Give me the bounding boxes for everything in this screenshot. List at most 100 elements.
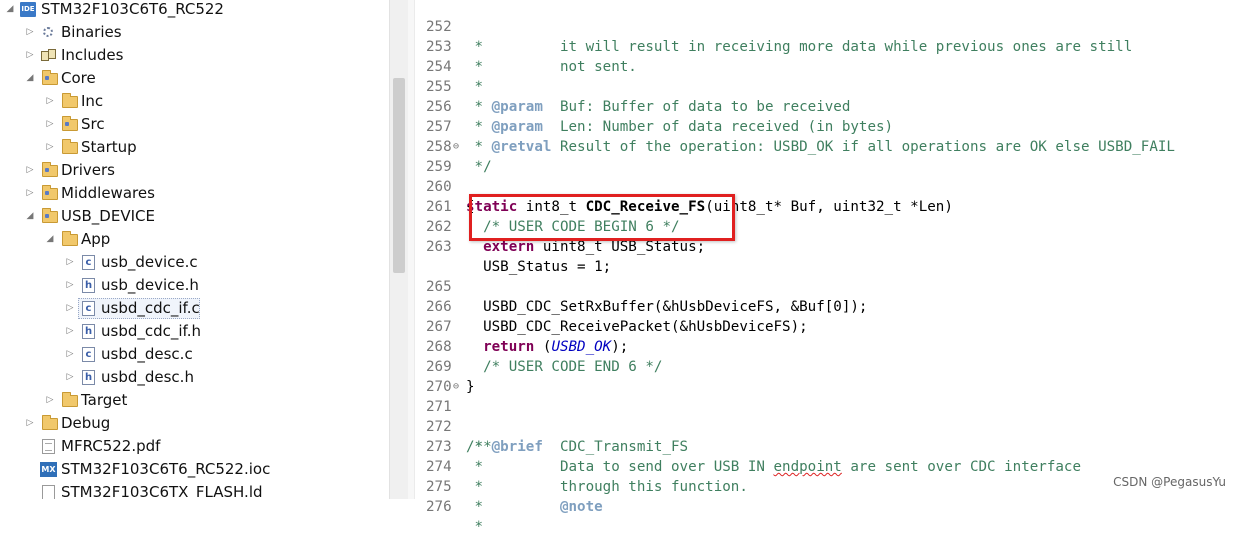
tree-item-includes[interactable]: ▷ Includes [0,44,388,67]
folder-icon [62,231,78,246]
code-line: 259 ⊖ static int8_t CDC_Receive_FS(uint8… [408,137,953,215]
tree-item-label: Drivers [61,161,115,179]
tree-item-drivers[interactable]: ▷ Drivers [0,159,388,182]
tree-item-label: STM32F103C6T6_RC522.ioc [61,460,271,478]
code-line: 274 * through this function. [408,437,748,495]
tree-item-usb-device[interactable]: ◢ USB_DEVICE [0,205,388,228]
h-file-icon: h [82,370,95,385]
code-text: * @param Len: Number of data received (i… [466,119,894,135]
tree-item-usb-device-h[interactable]: ▷ h usb_device.h [0,274,388,297]
expand-arrow-icon[interactable]: ▷ [64,343,76,366]
code-line: 272 * @brief CDC_Transmit_FS [408,397,688,455]
code-text: * through this function. [466,479,748,495]
scrollbar-thumb[interactable] [393,78,405,273]
expand-arrow-icon[interactable]: ▷ [24,21,36,44]
tree-item-usbd-cdc-if-h[interactable]: ▷ h usbd_cdc_if.h [0,320,388,343]
tree-item-label: Inc [81,92,104,110]
annotation-highlight-box [469,194,735,241]
c-file-icon: c [82,347,95,362]
tree-item-label: Debug [61,414,111,432]
expand-arrow-icon[interactable]: ▷ [64,297,76,320]
expand-arrow-icon[interactable]: ▷ [44,90,56,113]
code-line: 257 * @retval Result of the operation: U… [408,97,1175,155]
tree-item-startup[interactable]: ▷ Startup [0,136,388,159]
tree-item-usbd-desc-h[interactable]: ▷ h usbd_desc.h [0,366,388,389]
tree-item-label: usb_device.h [101,276,199,294]
expand-arrow-icon[interactable]: ▷ [64,366,76,389]
tree-item-label: Src [81,115,105,133]
code-text: * it will result in receiving more data … [466,39,1133,55]
folder-icon [62,139,78,154]
expand-arrow-icon[interactable]: ▷ [44,389,56,412]
tree-item-ioc[interactable]: MX STM32F103C6T6_RC522.ioc [0,458,388,481]
tree-item-flash-ld[interactable]: STM32F103C6TX_FLASH.ld [0,481,388,499]
code-line: 268 /* USER CODE END 6 */ [408,317,662,375]
expand-arrow-icon[interactable]: ▷ [64,320,76,343]
source-folder-icon [42,70,58,85]
tree-item-label: MFRC522.pdf [61,437,161,455]
code-line: 256 * @param Len: Number of data receive… [408,77,893,135]
expand-arrow-icon[interactable]: ▷ [24,412,36,435]
tree-item-label: Binaries [61,23,122,41]
expand-arrow-icon[interactable]: ▷ [24,182,36,205]
fold-toggle-icon[interactable]: ⊖ [453,137,459,157]
tree-item-src[interactable]: ▷ Src [0,113,388,136]
tree-item-project[interactable]: ◢ IDE STM32F103C6T6_RC522 [0,0,388,21]
tree-item-middlewares[interactable]: ▷ Middlewares [0,182,388,205]
code-line: 252 * it will result in receiving more d… [408,0,1132,55]
tree-item-label: STM32F103C6T6_RC522 [41,0,224,18]
tree-item-target[interactable]: ▷ Target [0,389,388,412]
expand-arrow-icon[interactable]: ▷ [64,274,76,297]
tree-item-label: Middlewares [61,184,155,202]
code-line: 258 */ [408,117,492,175]
code-line: 271 ⊖ /** [408,377,492,455]
ide-project-icon: IDE [20,2,36,17]
expand-arrow-icon[interactable]: ▷ [44,113,56,136]
code-line: 254 * [408,37,483,95]
tree-item-inc[interactable]: ▷ Inc [0,90,388,113]
code-line: 269 } [408,337,475,395]
h-file-icon: h [82,324,95,339]
collapse-arrow-icon[interactable]: ◢ [44,228,56,251]
collapse-arrow-icon[interactable]: ◢ [4,0,16,21]
folder-icon [62,93,78,108]
tree-item-label: Core [61,69,96,87]
source-folder-icon [42,185,58,200]
tree-item-mfrc522-pdf[interactable]: MFRC522.pdf [0,435,388,458]
tree-item-usbd-desc-c[interactable]: ▷ c usbd_desc.c [0,343,388,366]
expand-arrow-icon[interactable]: ▷ [64,251,76,274]
tree-item-binaries[interactable]: ▷ Binaries [0,21,388,44]
tree-item-usbd-cdc-if-c[interactable]: ▷ c usbd_cdc_if.c [0,297,388,320]
h-file-icon: h [82,278,95,293]
explorer-scrollbar[interactable] [389,0,408,499]
tree-item-core[interactable]: ◢ Core [0,67,388,90]
tree-item-debug[interactable]: ▷ Debug [0,412,388,435]
binaries-icon [40,25,56,40]
code-text: * @retval Result of the operation: USBD_… [466,139,1175,155]
code-line: 253 * not sent. [408,17,637,75]
code-editor[interactable]: 252 * it will result in receiving more d… [408,0,1234,535]
line-number: 263 [426,239,452,255]
source-folder-icon [62,116,78,131]
code-line: 260 { [408,157,475,215]
expand-arrow-icon[interactable]: ▷ [44,136,56,159]
code-text: USBD_CDC_SetRxBuffer(&hUsbDeviceFS, &Buf… [466,299,868,315]
tree-item-app[interactable]: ◢ App [0,228,388,251]
code-line: 262 extern uint8_t USB_Status; [408,197,705,255]
code-text: * @param Buf: Buffer of data to be recei… [466,99,851,115]
code-text: * Data to send over USB IN endpoint are … [466,459,1082,475]
fold-toggle-icon[interactable]: ⊖ [453,377,459,397]
code-line: 255 * @param Buf: Buffer of data to be r… [408,57,850,115]
folder-icon [62,392,78,407]
code-text: * not sent. [466,59,637,75]
collapse-arrow-icon[interactable]: ◢ [24,67,36,90]
collapse-arrow-icon[interactable]: ◢ [24,205,36,228]
code-text: * [466,79,484,95]
expand-arrow-icon[interactable]: ▷ [24,159,36,182]
tree-item-usb-device-c[interactable]: ▷ c usb_device.c [0,251,388,274]
tree-item-label: Includes [61,46,124,64]
expand-arrow-icon[interactable]: ▷ [24,44,36,67]
ld-file-icon [42,485,55,499]
code-text: return (USBD_OK); [483,339,629,355]
code-text: USB_Status = 1; [466,259,612,275]
